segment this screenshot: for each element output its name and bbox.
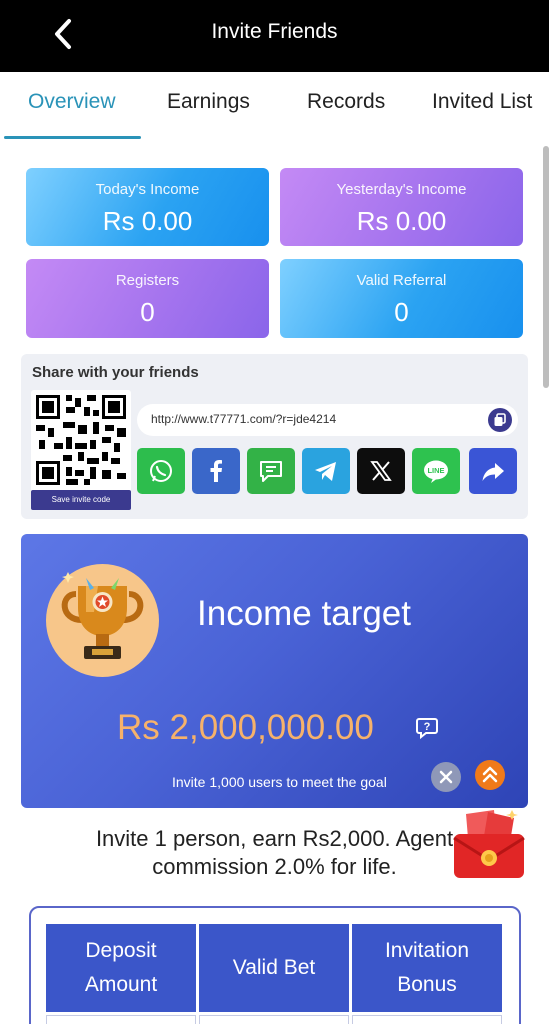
copy-link-button[interactable]: [488, 408, 512, 432]
trophy-badge: [46, 564, 159, 677]
today-income-label: Today's Income: [95, 181, 200, 198]
invite-link-text: http://www.t77771.com/?r=jde4214: [151, 412, 337, 426]
valid-referral-card: Valid Referral 0: [280, 259, 523, 338]
registers-label: Registers: [115, 272, 180, 289]
trophy-icon: [61, 572, 144, 659]
share-icon: [482, 463, 504, 481]
invite-link-field[interactable]: http://www.t77771.com/?r=jde4214: [137, 404, 518, 436]
facebook-icon: [210, 460, 222, 482]
scrollbar[interactable]: [543, 146, 549, 388]
share-x-button[interactable]: [357, 448, 405, 494]
yesterday-income-value: Rs 0.00: [356, 206, 447, 236]
invitation-bonus-header-line-1: Invitation: [384, 939, 470, 962]
income-target-amount: Rs 2,000,000.00: [117, 708, 374, 747]
registers-card: Registers 0: [26, 259, 269, 338]
valid-referral-label: Valid Referral: [356, 272, 447, 289]
table-cell: [46, 1015, 196, 1024]
share-panel: Share with your friends Save invite code…: [21, 354, 528, 519]
double-chevron-up-icon: [482, 766, 498, 783]
help-bubble-icon: ?: [416, 718, 438, 740]
red-envelope-button[interactable]: [448, 808, 530, 886]
svg-text:?: ?: [424, 721, 431, 733]
close-icon: [439, 770, 453, 784]
registers-value: 0: [140, 297, 155, 327]
income-target-banner: Income target Rs 2,000,000.00 ? Invite 1…: [21, 534, 528, 808]
top-bar: Invite Friends: [0, 0, 549, 72]
share-telegram-button[interactable]: [302, 448, 350, 494]
x-icon: [370, 461, 392, 481]
close-button[interactable]: [431, 762, 461, 792]
sms-icon: [260, 461, 282, 482]
share-sms-button[interactable]: [247, 448, 295, 494]
share-whatsapp-button[interactable]: [137, 448, 185, 494]
share-more-button[interactable]: [469, 448, 517, 494]
table-header-valid-bet: Valid Bet: [199, 924, 349, 1012]
valid-bet-header: Valid Bet: [232, 956, 316, 979]
red-envelope-icon: [453, 810, 525, 878]
yesterday-income-label: Yesterday's Income: [336, 181, 467, 198]
telegram-icon: [315, 462, 336, 481]
tab-invited-list[interactable]: Invited List: [432, 90, 532, 114]
invitation-bonus-header-line-2: Bonus: [397, 973, 457, 996]
deposit-amount-header-line-2: Amount: [84, 973, 158, 996]
share-line-button[interactable]: LINE: [412, 448, 460, 494]
table-cell: [199, 1015, 349, 1024]
table-cell: [352, 1015, 502, 1024]
scroll-top-button[interactable]: [475, 760, 505, 790]
qr-code-image: [36, 395, 126, 485]
income-target-subtitle: Invite 1,000 users to meet the goal: [172, 774, 387, 790]
qr-code-card[interactable]: Save invite code: [31, 390, 131, 510]
tab-bar: Overview Earnings Records Invited List: [0, 72, 549, 142]
share-title: Share with your friends: [32, 364, 199, 381]
save-invite-code-button[interactable]: Save invite code: [31, 490, 131, 510]
today-income-value: Rs 0.00: [102, 206, 193, 236]
line-icon: LINE: [424, 460, 448, 483]
valid-referral-value: 0: [394, 297, 409, 327]
tab-earnings[interactable]: Earnings: [167, 90, 250, 114]
today-income-card: Today's Income Rs 0.00: [26, 168, 269, 246]
invite-friends-page: Invite Friends Overview Earnings Records…: [0, 0, 549, 1024]
yesterday-income-card: Yesterday's Income Rs 0.00: [280, 168, 523, 246]
table-header-invitation-bonus: Invitation Bonus: [352, 924, 502, 1012]
income-target-title: Income target: [197, 594, 411, 633]
whatsapp-icon: [150, 460, 172, 482]
active-tab-indicator: [4, 136, 141, 139]
tab-overview[interactable]: Overview: [28, 90, 116, 114]
copy-icon: [494, 413, 506, 426]
table-header-deposit-amount: Deposit Amount: [46, 924, 196, 1012]
deposit-amount-header-line-1: Deposit: [85, 939, 157, 962]
income-target-help-button[interactable]: ?: [415, 716, 439, 740]
tab-records[interactable]: Records: [307, 90, 385, 114]
share-facebook-button[interactable]: [192, 448, 240, 494]
page-title: Invite Friends: [211, 20, 338, 43]
svg-text:LINE: LINE: [427, 466, 444, 475]
